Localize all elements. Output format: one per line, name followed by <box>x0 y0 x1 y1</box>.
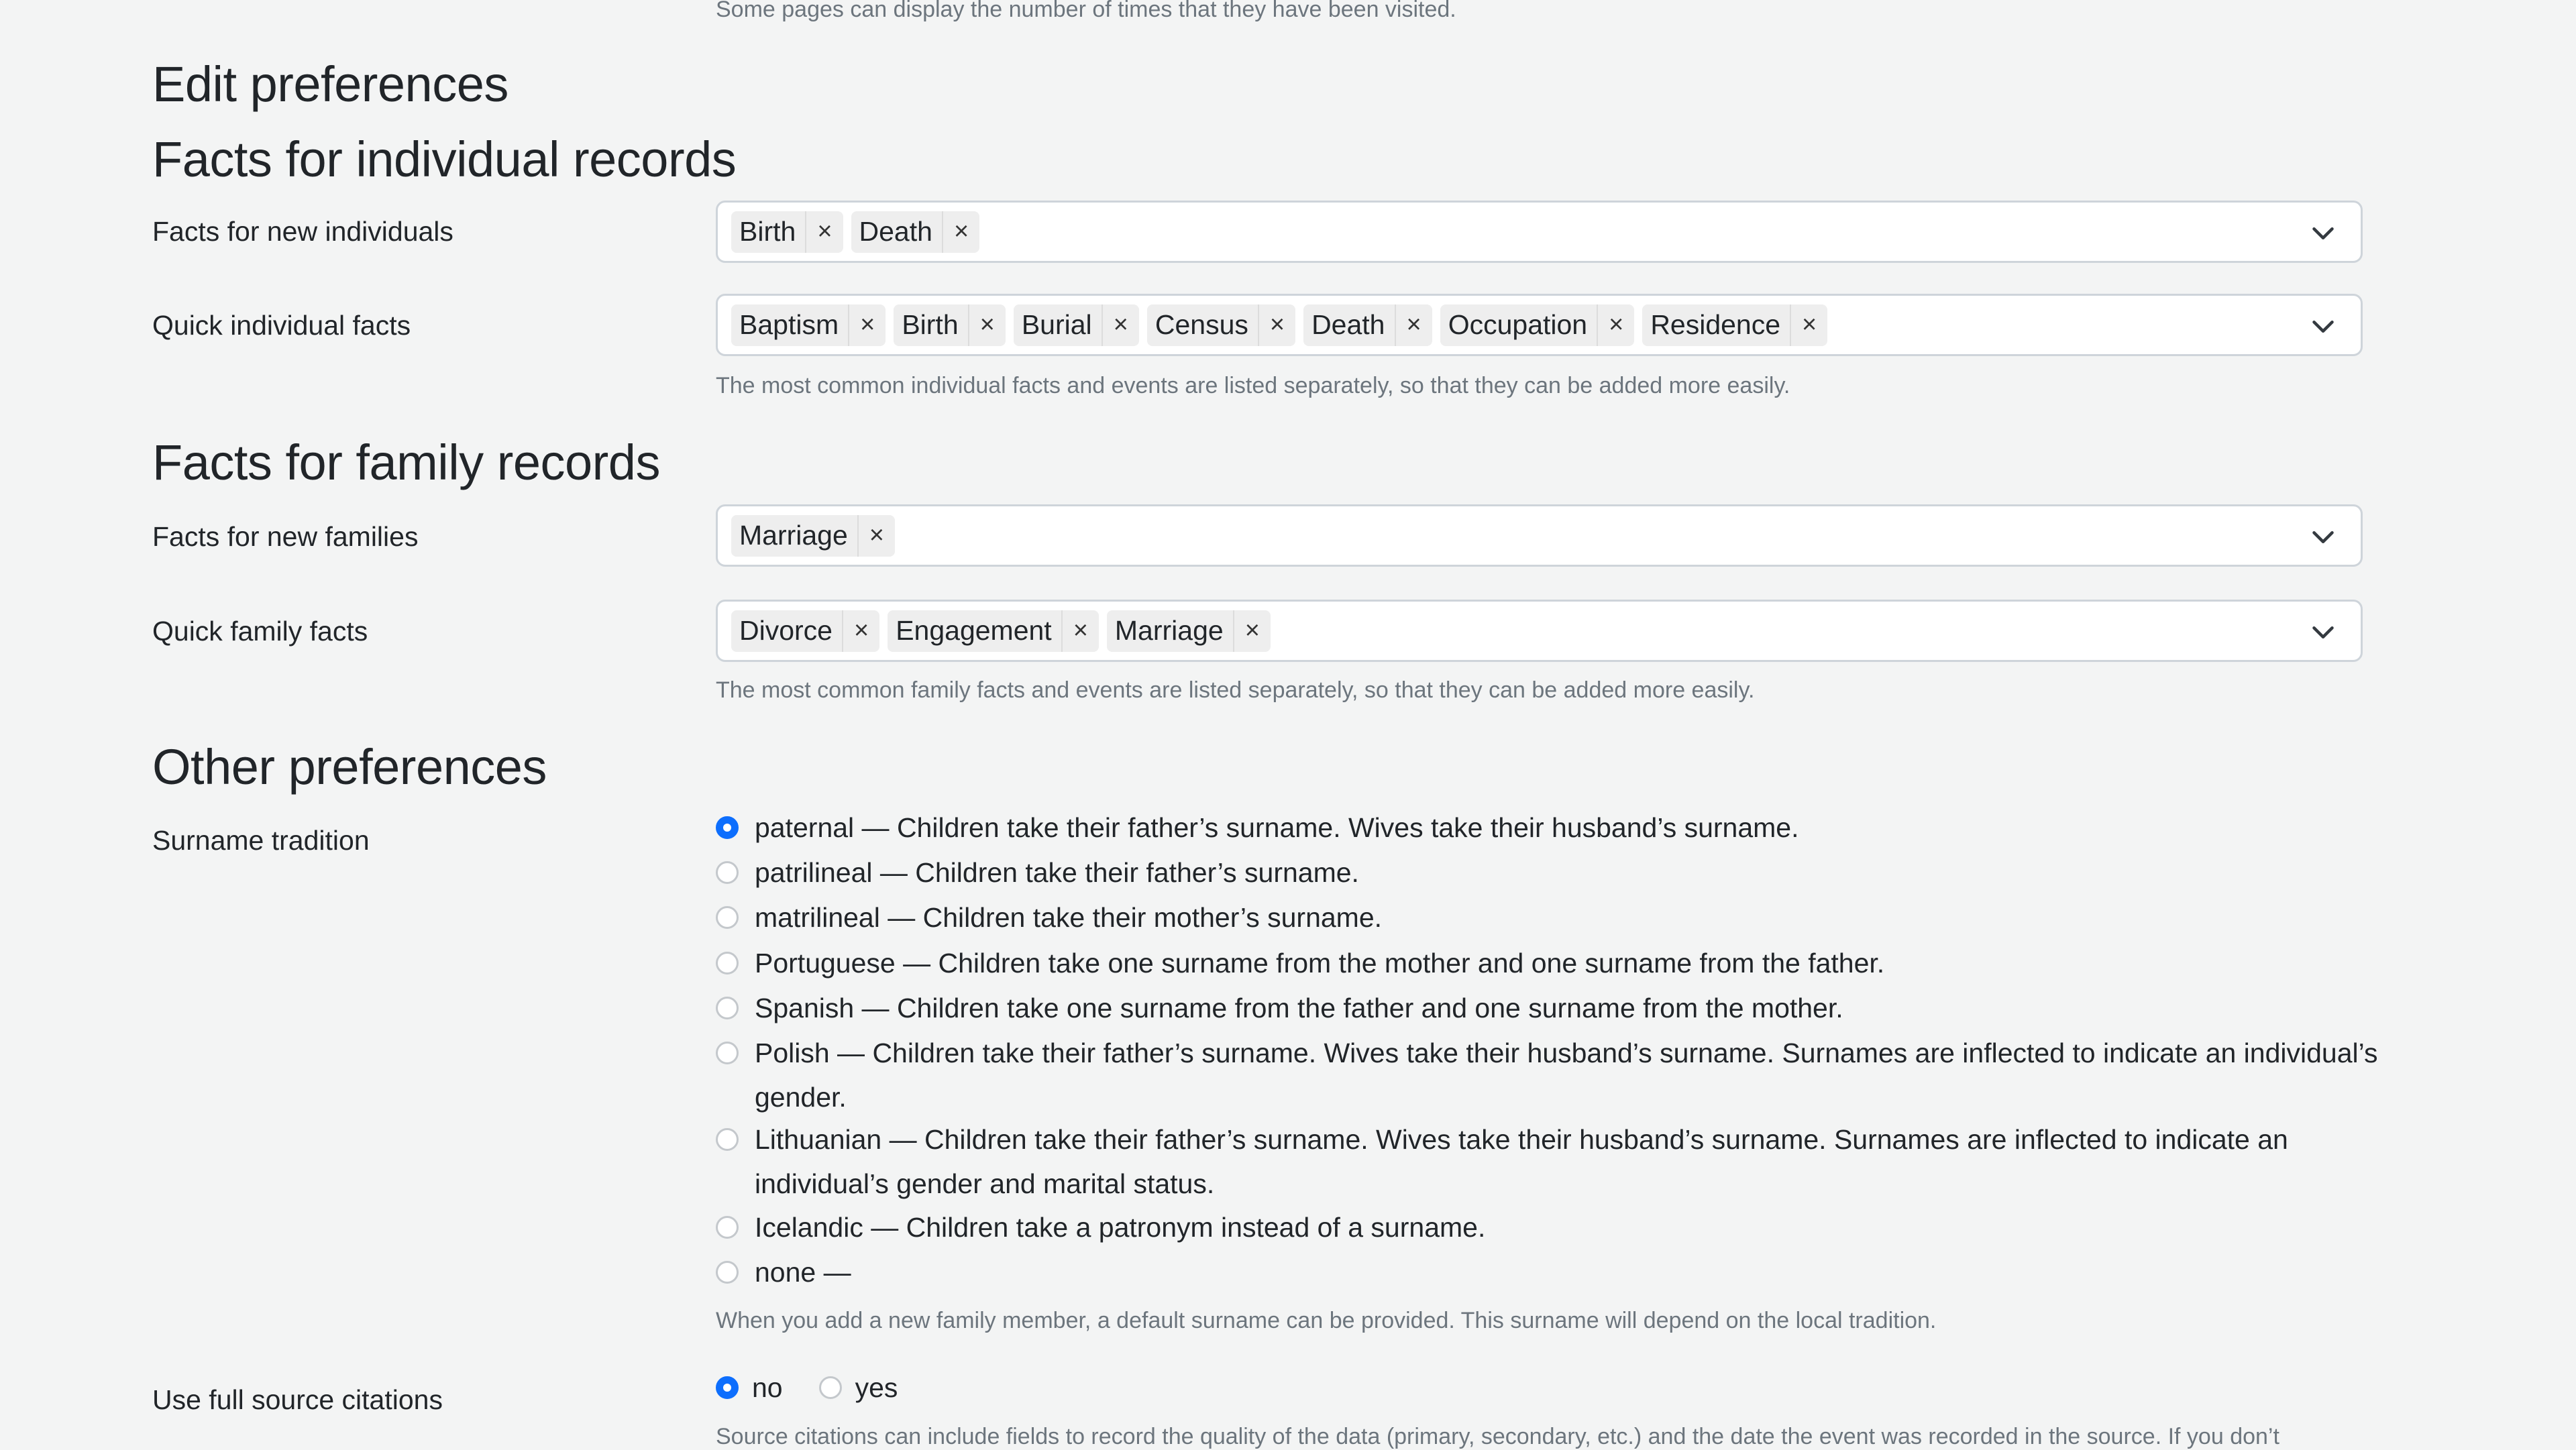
remove-tag-icon[interactable]: × <box>857 514 895 557</box>
label-new-family-facts: Facts for new families <box>152 521 419 552</box>
surname-option-lithuanian[interactable]: Lithuanian — Children take their father’… <box>716 1117 2392 1206</box>
selected-tag: Death × <box>1303 304 1432 346</box>
selected-tag: Baptism × <box>731 304 886 346</box>
tag-label: Birth <box>902 309 959 340</box>
radio-label: Lithuanian — Children take their father’… <box>755 1124 2288 1199</box>
citations-option-yes[interactable]: yes <box>818 1365 898 1410</box>
surname-option-spanish[interactable]: Spanish — Children take one surname from… <box>716 986 2392 1030</box>
radio-label: patrilineal — Children take their father… <box>755 857 1359 888</box>
remove-tag-icon[interactable]: × <box>1257 304 1295 346</box>
surname-option-portuguese[interactable]: Portuguese — Children take one surname f… <box>716 941 2392 985</box>
new-family-facts-select[interactable]: Marriage × <box>716 504 2363 567</box>
full-source-citations-help: Source citations can include fields to r… <box>716 1424 2279 1449</box>
new-individual-facts-select[interactable]: Birth × Death × <box>716 201 2363 263</box>
surname-option-none[interactable]: none — <box>716 1250 2392 1294</box>
radio-button[interactable] <box>818 1376 842 1399</box>
remove-tag-icon[interactable]: × <box>941 211 979 253</box>
radio-label: Icelandic — Children take a patronym ins… <box>755 1212 1486 1243</box>
radio-button[interactable] <box>716 906 739 929</box>
visit-counter-help: Some pages can display the number of tim… <box>716 0 1456 22</box>
quick-family-facts-select[interactable]: Divorce × Engagement × Marriage × <box>716 600 2363 662</box>
tag-label: Baptism <box>739 309 839 340</box>
section-heading-family: Facts for family records <box>152 435 660 490</box>
surname-option-matrilineal[interactable]: matrilineal — Children take their mother… <box>716 895 2392 940</box>
remove-tag-icon[interactable]: × <box>805 211 843 253</box>
full-source-citations-radio-group: no yes <box>716 1365 934 1410</box>
selected-tag: Death × <box>851 211 980 253</box>
label-new-individual-facts: Facts for new individuals <box>152 216 453 247</box>
tag-label: Occupation <box>1448 309 1588 340</box>
selected-tag: Engagement × <box>888 610 1099 652</box>
label-quick-family-facts: Quick family facts <box>152 616 368 647</box>
surname-option-polish[interactable]: Polish — Children take their father’s su… <box>716 1031 2392 1119</box>
chevron-down-icon[interactable] <box>2311 620 2335 645</box>
remove-tag-icon[interactable]: × <box>848 304 885 346</box>
radio-label: matrilineal — Children take their mother… <box>755 902 1383 933</box>
selected-tag: Divorce × <box>731 610 880 652</box>
selected-tag: Marriage × <box>731 514 895 557</box>
selected-tag: Burial × <box>1013 304 1139 346</box>
radio-button[interactable] <box>716 1042 739 1064</box>
surname-tradition-help: When you add a new family member, a defa… <box>716 1308 1937 1333</box>
remove-tag-icon[interactable]: × <box>1394 304 1432 346</box>
tag-label: Death <box>1311 309 1385 340</box>
section-heading-individual: Facts for individual records <box>152 131 737 187</box>
selected-tag: Birth × <box>731 211 843 253</box>
radio-button[interactable] <box>716 861 739 884</box>
radio-label: no <box>752 1372 783 1403</box>
radio-button[interactable] <box>716 1376 739 1399</box>
selected-tag: Residence × <box>1642 304 1828 346</box>
citations-option-no[interactable]: no <box>716 1365 783 1410</box>
tag-label: Engagement <box>896 615 1052 646</box>
radio-button[interactable] <box>716 816 739 839</box>
family-facts-help: The most common family facts and events … <box>716 677 1755 703</box>
label-quick-individual-facts: Quick individual facts <box>152 310 411 341</box>
tag-label: Marriage <box>1114 615 1224 646</box>
quick-individual-facts-select[interactable]: Baptism × Birth × Burial × Census × Death × Occupa… <box>716 294 2363 356</box>
tag-label: Birth <box>739 216 796 247</box>
remove-tag-icon[interactable]: × <box>1597 304 1634 346</box>
radio-label: paternal — Children take their father’s … <box>755 812 1799 843</box>
radio-button[interactable] <box>716 952 739 974</box>
surname-option-patrilineal[interactable]: patrilineal — Children take their father… <box>716 850 2392 895</box>
tag-label: Residence <box>1650 309 1781 340</box>
chevron-down-icon[interactable] <box>2311 221 2335 245</box>
remove-tag-icon[interactable]: × <box>1101 304 1139 346</box>
radio-label: Portuguese — Children take one surname f… <box>755 948 1885 979</box>
remove-tag-icon[interactable]: × <box>967 304 1006 346</box>
label-surname-tradition: Surname tradition <box>152 825 370 856</box>
remove-tag-icon[interactable]: × <box>841 610 879 652</box>
selected-tag: Occupation × <box>1440 304 1635 346</box>
selected-tag: Census × <box>1146 304 1296 346</box>
radio-label: Spanish — Children take one surname from… <box>755 993 1843 1023</box>
radio-label: none — <box>755 1257 851 1288</box>
remove-tag-icon[interactable]: × <box>1790 304 1827 346</box>
radio-label: Polish — Children take their father’s su… <box>755 1038 2378 1113</box>
tag-label: Marriage <box>739 520 848 551</box>
selected-tag: Birth × <box>894 304 1006 346</box>
selected-tag: Marriage × <box>1106 610 1271 652</box>
tag-label: Burial <box>1021 309 1092 340</box>
surname-option-icelandic[interactable]: Icelandic — Children take a patronym ins… <box>716 1205 2392 1249</box>
individual-facts-help: The most common individual facts and eve… <box>716 373 1790 398</box>
page-title: Edit preferences <box>152 56 508 112</box>
chevron-down-icon[interactable] <box>2311 525 2335 549</box>
remove-tag-icon[interactable]: × <box>1061 610 1099 652</box>
radio-button[interactable] <box>716 997 739 1019</box>
radio-label: yes <box>855 1372 898 1403</box>
tag-label: Census <box>1155 309 1248 340</box>
label-full-source-citations: Use full source citations <box>152 1384 443 1415</box>
radio-button[interactable] <box>716 1128 739 1151</box>
remove-tag-icon[interactable]: × <box>1232 610 1271 652</box>
surname-option-paternal[interactable]: paternal — Children take their father’s … <box>716 805 2392 850</box>
section-heading-other: Other preferences <box>152 739 547 795</box>
chevron-down-icon[interactable] <box>2311 315 2335 339</box>
radio-button[interactable] <box>716 1261 739 1284</box>
tag-label: Divorce <box>739 615 833 646</box>
radio-button[interactable] <box>716 1216 739 1239</box>
tag-label: Death <box>859 216 932 247</box>
